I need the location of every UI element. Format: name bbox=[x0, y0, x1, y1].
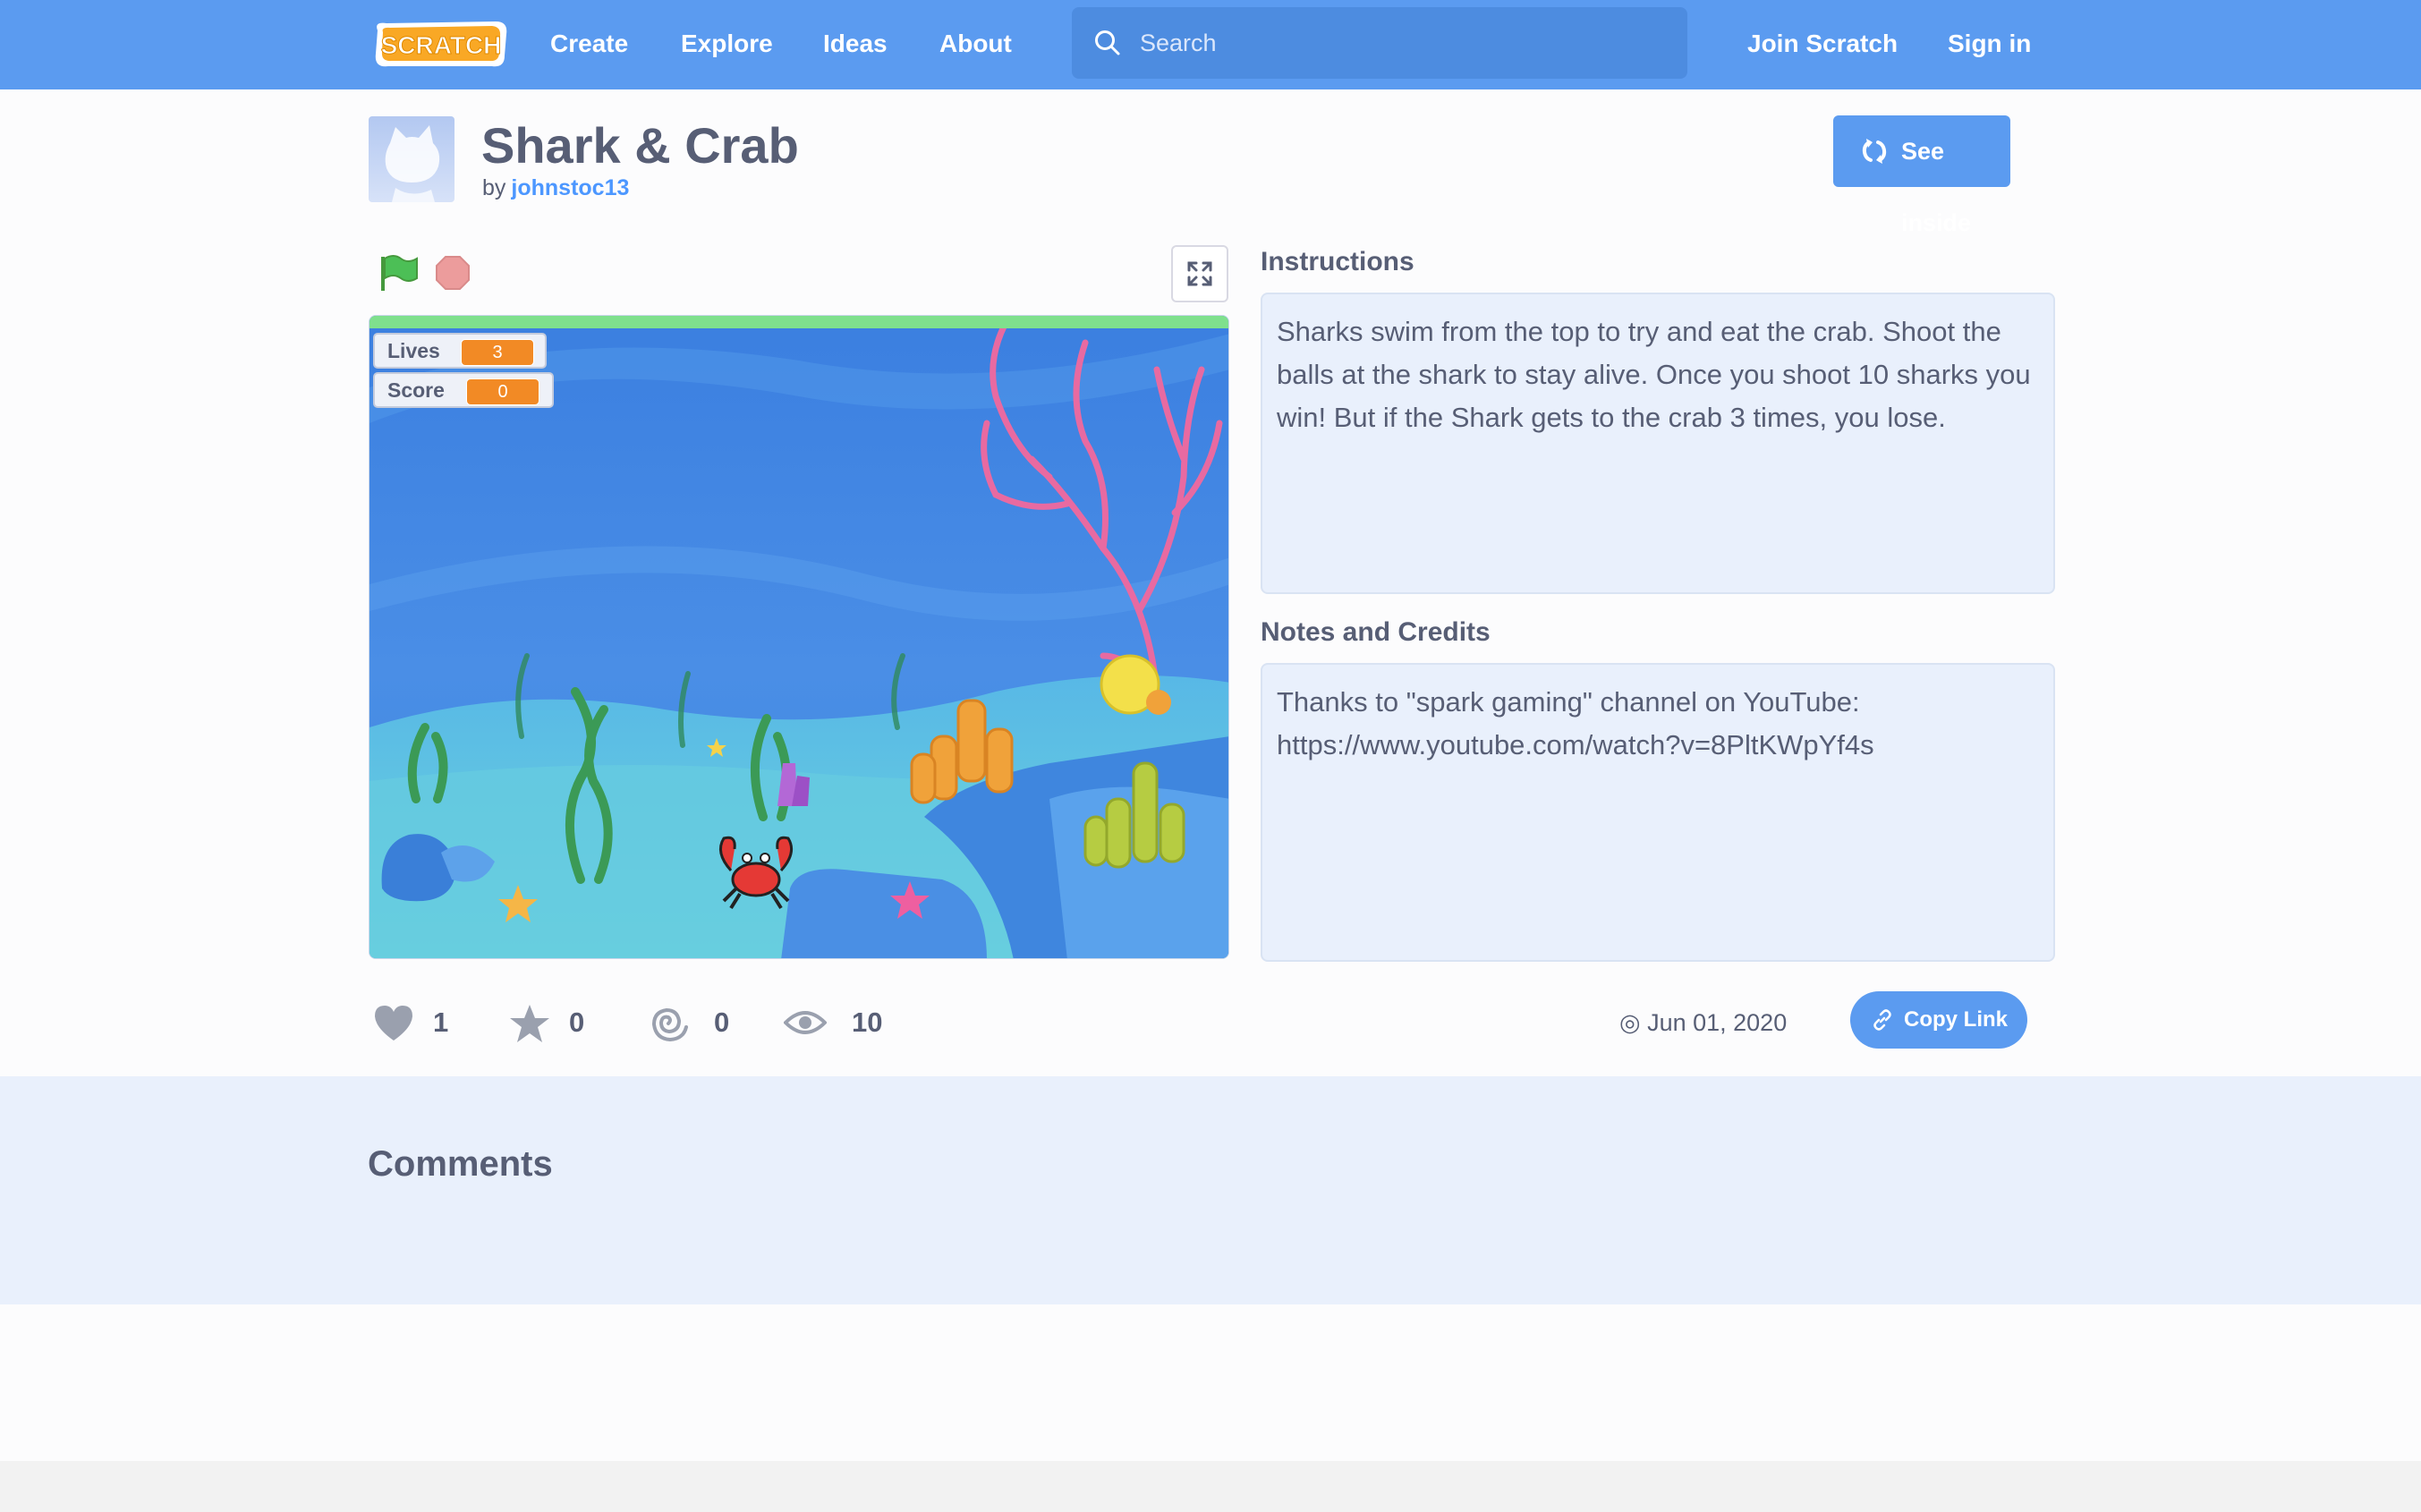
stop-sign-icon[interactable] bbox=[435, 255, 471, 291]
remix-spiral-icon bbox=[651, 1007, 688, 1042]
lives-value: 3 bbox=[461, 339, 534, 366]
fullscreen-icon bbox=[1187, 261, 1212, 286]
footer bbox=[0, 1461, 2421, 1512]
notes-heading: Notes and Credits bbox=[1261, 617, 1491, 647]
nav-create[interactable]: Create bbox=[550, 0, 628, 89]
see-inside-label: See inside bbox=[1901, 138, 1972, 236]
cat-avatar-icon bbox=[385, 125, 440, 202]
search-placeholder: Search bbox=[1140, 30, 1217, 56]
link-icon bbox=[1873, 1009, 1891, 1031]
scratch-logo[interactable]: SCRATCH bbox=[370, 18, 510, 70]
comments-section: Comments bbox=[0, 1076, 2421, 1304]
heart-icon bbox=[375, 1006, 412, 1041]
underwater-scene bbox=[370, 316, 1228, 958]
by-label: by bbox=[482, 175, 506, 200]
score-label: Score bbox=[387, 378, 445, 402]
search-input[interactable]: Search bbox=[1072, 7, 1687, 79]
see-inside-button[interactable]: See inside bbox=[1833, 115, 2010, 236]
love-count: 1 bbox=[433, 1007, 449, 1038]
favorite-count: 0 bbox=[569, 1007, 585, 1038]
copy-link-button[interactable]: Copy Link bbox=[1850, 991, 2027, 1049]
comments-title: Comments bbox=[368, 1144, 553, 1184]
remix-arrows-icon bbox=[1862, 139, 1887, 164]
date-icon: ◎ bbox=[1619, 1009, 1641, 1036]
svg-text:SCRATCH: SCRATCH bbox=[381, 31, 502, 59]
copy-link-label: Copy Link bbox=[1904, 1007, 2009, 1032]
byline: by johnstoc13 bbox=[482, 175, 629, 201]
instructions-text: Sharks swim from the top to try and eat … bbox=[1261, 293, 2055, 594]
nav-explore[interactable]: Explore bbox=[681, 0, 773, 89]
remix-count: 0 bbox=[714, 1007, 730, 1038]
views-count: 10 bbox=[852, 1007, 883, 1038]
star-icon bbox=[510, 1005, 549, 1042]
project-title: Shark & Crab bbox=[481, 117, 799, 174]
notes-text: Thanks to "spark gaming" channel on YouT… bbox=[1261, 663, 2055, 962]
date-text: Jun 01, 2020 bbox=[1647, 1009, 1788, 1036]
join-scratch-link[interactable]: Join Scratch bbox=[1747, 0, 1898, 89]
sign-in-link[interactable]: Sign in bbox=[1948, 0, 2031, 89]
game-stage[interactable]: Lives 3 Score 0 bbox=[369, 315, 1229, 959]
lives-monitor: Lives 3 bbox=[373, 333, 547, 369]
author-link[interactable]: johnstoc13 bbox=[511, 175, 629, 200]
green-flag-icon[interactable] bbox=[378, 253, 420, 293]
nav-about[interactable]: About bbox=[939, 0, 1012, 89]
top-nav: SCRATCH Create Explore Ideas About Searc… bbox=[0, 0, 2421, 89]
score-monitor: Score 0 bbox=[373, 372, 554, 408]
avatar[interactable] bbox=[369, 116, 454, 202]
instructions-heading: Instructions bbox=[1261, 247, 1414, 276]
lives-label: Lives bbox=[387, 339, 440, 362]
stage-loading-bar bbox=[370, 316, 1228, 328]
nav-ideas[interactable]: Ideas bbox=[823, 0, 888, 89]
share-date: ◎ Jun 01, 2020 bbox=[1619, 996, 1787, 1049]
score-value: 0 bbox=[466, 378, 539, 405]
search-icon bbox=[1095, 30, 1120, 55]
fullscreen-button[interactable] bbox=[1171, 245, 1228, 302]
eye-icon bbox=[784, 1011, 827, 1034]
